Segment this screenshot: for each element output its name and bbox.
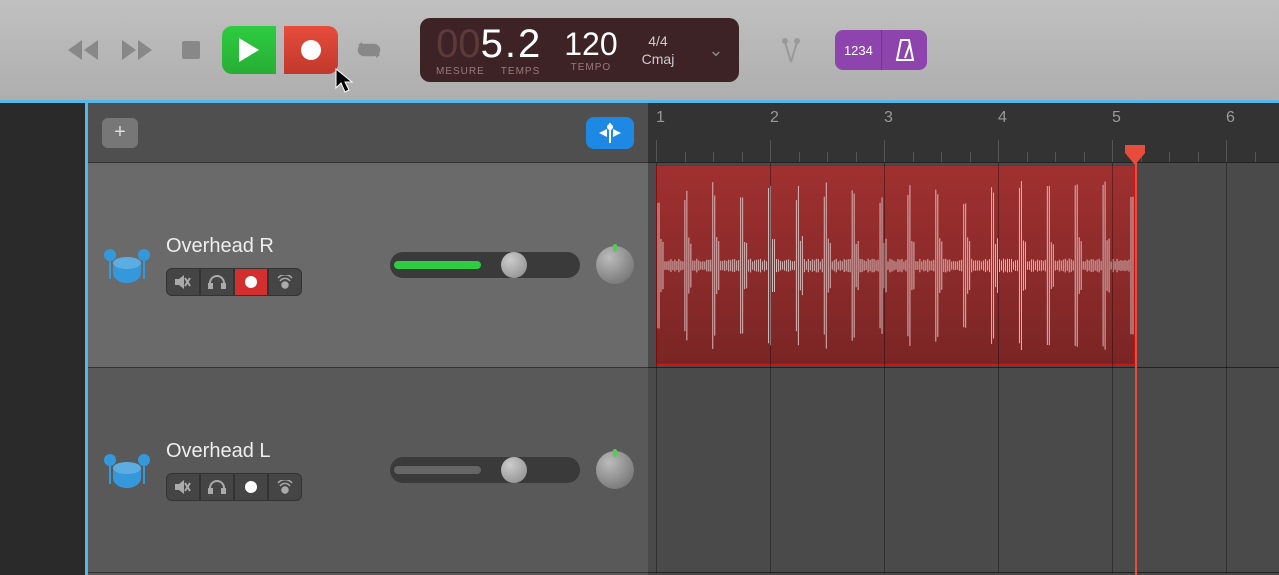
play-icon (239, 38, 259, 62)
record-dot-icon (244, 480, 258, 494)
ruler-bar-number: 3 (884, 109, 893, 127)
metronome-button[interactable] (881, 30, 927, 70)
pan-knob[interactable] (596, 246, 634, 284)
track-lanes (648, 163, 1279, 573)
solo-button[interactable] (200, 268, 234, 296)
forward-button[interactable] (114, 32, 160, 68)
left-margin (0, 103, 88, 575)
rewind-icon (68, 40, 98, 60)
stop-button[interactable] (168, 32, 214, 68)
track-headers-toolbar: + (88, 103, 648, 163)
headphones-icon (208, 275, 226, 289)
pan-knob[interactable] (596, 451, 634, 489)
rewind-button[interactable] (60, 32, 106, 68)
lcd-beat-label: TEMPS (501, 66, 540, 77)
volume-slider[interactable] (390, 252, 580, 278)
track-name: Overhead R (166, 235, 376, 258)
metronome-icon (894, 38, 916, 62)
stop-icon (182, 41, 200, 59)
mute-icon (175, 275, 191, 289)
mute-button[interactable] (166, 473, 200, 501)
transport-toolbar: 005.2 MESURETEMPS 120 TEMPO 4/4 Cmaj ⌄ 1… (0, 0, 1279, 100)
forward-icon (122, 40, 152, 60)
cycle-icon (356, 41, 382, 59)
lcd-display[interactable]: 005.2 MESURETEMPS 120 TEMPO 4/4 Cmaj ⌄ (420, 18, 739, 82)
timeline-area[interactable]: 1 2 3 4 5 6 (648, 103, 1279, 575)
volume-slider[interactable] (390, 457, 580, 483)
record-icon (299, 38, 323, 62)
ruler-bar-number: 4 (998, 109, 1007, 127)
track-headers-panel: + Overhead R (88, 103, 648, 575)
lcd-signature[interactable]: 4/4 Cmaj (642, 33, 675, 67)
cycle-button[interactable] (346, 32, 392, 68)
ruler-bar-number: 5 (1112, 109, 1121, 127)
lcd-measure-value: 5 (481, 24, 503, 64)
drums-icon (102, 450, 152, 490)
solo-button[interactable] (200, 473, 234, 501)
lcd-measure-label: MESURE (436, 66, 485, 77)
ruler-bar-number: 6 (1226, 109, 1235, 127)
ruler-bar-number: 2 (770, 109, 779, 127)
input-icon (277, 480, 293, 494)
track-header[interactable]: Overhead L (88, 368, 648, 573)
lcd-beat-value: 2 (518, 24, 540, 64)
catch-playhead-button[interactable] (586, 117, 634, 149)
lcd-tempo-value: 120 (564, 28, 617, 60)
lcd-tempo[interactable]: 120 TEMPO (564, 28, 617, 73)
lcd-measure-dim: 00 (436, 24, 481, 64)
tuner-icon[interactable] (777, 36, 805, 64)
track-lane[interactable] (648, 163, 1279, 368)
record-dot-icon (244, 275, 258, 289)
audio-region[interactable] (656, 165, 1135, 365)
chevron-down-icon[interactable]: ⌄ (708, 40, 723, 61)
lcd-tempo-label: TEMPO (571, 62, 612, 73)
drums-icon (102, 245, 152, 285)
record-enable-button[interactable] (234, 473, 268, 501)
input-monitor-button[interactable] (268, 473, 302, 501)
input-icon (277, 275, 293, 289)
play-button[interactable] (222, 26, 276, 74)
ruler[interactable]: 1 2 3 4 5 6 (648, 103, 1279, 163)
catch-icon (599, 123, 621, 143)
ruler-bar-number: 1 (656, 109, 665, 127)
record-button[interactable] (284, 26, 338, 74)
track-name: Overhead L (166, 440, 376, 463)
workspace: + Overhead R (0, 100, 1279, 575)
track-header[interactable]: Overhead R (88, 163, 648, 368)
track-lane[interactable] (648, 368, 1279, 573)
lcd-measure[interactable]: 005.2 MESURETEMPS (436, 24, 540, 77)
playhead-line (1135, 163, 1137, 575)
count-in-button[interactable]: 1234 (835, 30, 881, 70)
headphones-icon (208, 480, 226, 494)
playhead[interactable] (1125, 145, 1145, 165)
mute-button[interactable] (166, 268, 200, 296)
input-monitor-button[interactable] (268, 268, 302, 296)
count-in-label: 1234 (844, 43, 873, 58)
lcd-key: Cmaj (642, 51, 675, 67)
record-enable-button[interactable] (234, 268, 268, 296)
add-track-button[interactable]: + (102, 118, 138, 148)
mute-icon (175, 480, 191, 494)
lcd-timesig: 4/4 (648, 33, 667, 49)
